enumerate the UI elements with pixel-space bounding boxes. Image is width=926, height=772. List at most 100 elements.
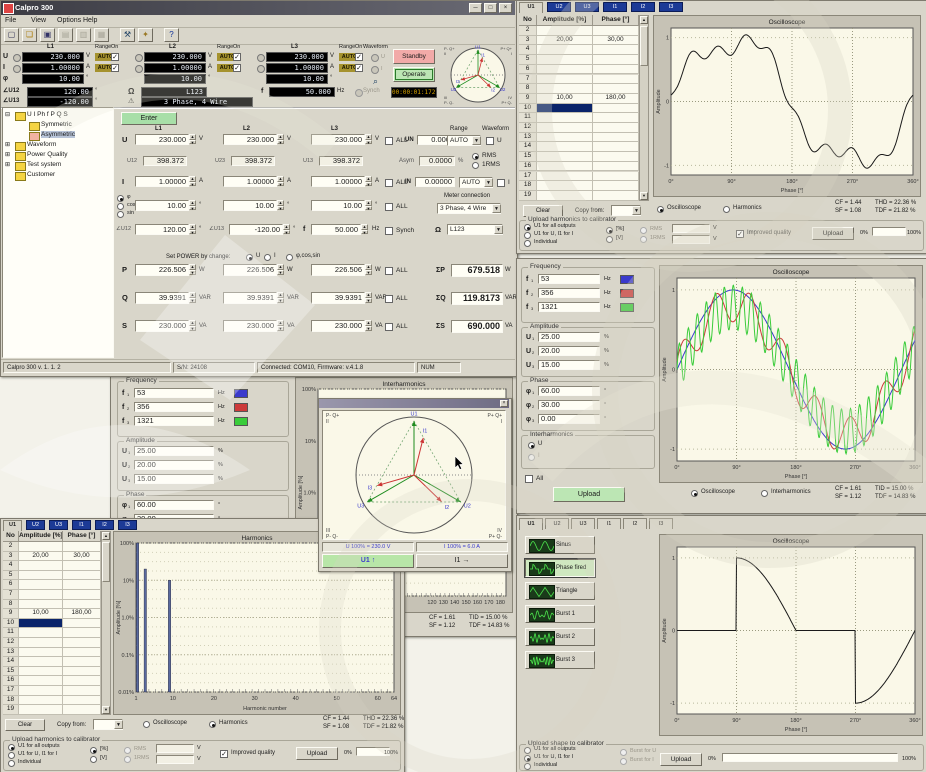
bot-view-harmonics[interactable] <box>209 721 216 728</box>
channel-on-checkbox[interactable]: ✓ <box>111 64 119 72</box>
spinner-buttons[interactable]: ▲▼ <box>277 134 284 145</box>
value-field-1[interactable] <box>156 744 194 753</box>
mode-1[interactable] <box>8 752 15 759</box>
meter-connection-dropdown[interactable]: 3 Phase, 4 Wire▼ <box>437 203 501 214</box>
options-icon[interactable]: ✦ <box>138 28 153 42</box>
table-row-8-col-0[interactable]: 8 <box>3 600 19 610</box>
table-row-8-col-1[interactable] <box>537 84 593 94</box>
wrench-icon[interactable]: ⚒ <box>120 28 135 42</box>
all-q-checkbox[interactable] <box>385 295 393 303</box>
dropdown-arrow-icon[interactable]: ▼ <box>484 178 493 187</box>
table-row-14-col-0[interactable]: 14 <box>3 657 19 667</box>
spinner-buttons[interactable]: ▲▼ <box>189 224 196 235</box>
mode-1[interactable] <box>524 232 531 239</box>
spinner-buttons[interactable]: ▲▼ <box>189 292 196 304</box>
table-row-19-col-2[interactable] <box>63 705 101 715</box>
value-field-2[interactable] <box>156 755 194 764</box>
table-row-16-col-2[interactable] <box>63 676 101 686</box>
field-U-3[interactable]: 230.000 <box>311 134 365 145</box>
all-checkbox[interactable] <box>525 475 533 483</box>
tab-u1[interactable]: U1 <box>3 520 22 531</box>
scroll-up-button[interactable]: ▲ <box>640 16 648 24</box>
tab-i2[interactable]: I2 <box>631 2 655 12</box>
new-file-icon[interactable]: ▢ <box>4 28 19 42</box>
top-view-harmonics[interactable] <box>723 206 730 213</box>
table-row-19-col-1[interactable] <box>19 705 63 715</box>
table-row-3-col-2[interactable]: 30,00 <box>63 552 101 562</box>
top-view-oscilloscope[interactable] <box>657 206 664 213</box>
u-range-dropdown[interactable]: AUTO▼ <box>447 135 481 146</box>
table-row-13-col-1[interactable] <box>537 133 593 143</box>
u3-amp-field[interactable]: 15.00 <box>134 474 214 484</box>
u1-axis-button[interactable]: U1 ↑ <box>322 554 414 568</box>
spinner-buttons[interactable]: ▲▼ <box>365 200 372 211</box>
unit-pct[interactable] <box>606 227 613 234</box>
spinner-buttons[interactable]: ▲▼ <box>277 176 284 187</box>
table-row-16-col-2[interactable] <box>593 162 639 172</box>
shape-button-burst-2[interactable]: Burst 2 <box>525 628 595 646</box>
field-I-3[interactable]: 1.00000 <box>311 176 365 187</box>
field-P-3[interactable]: 226.506 <box>311 264 365 276</box>
mode-0[interactable] <box>8 744 15 751</box>
table-row-14-col-1[interactable] <box>19 657 63 667</box>
table-row-14-col-2[interactable] <box>63 657 101 667</box>
table-row-4-col-1[interactable] <box>19 561 63 571</box>
copy-from-dropdown[interactable]: ▼ <box>93 719 123 730</box>
table-row-8-col-2[interactable] <box>593 84 639 94</box>
angle-mode-1[interactable] <box>117 203 124 210</box>
u2-amp-field[interactable]: 20.00 <box>134 460 214 470</box>
spinner-buttons[interactable]: ▲▼ <box>189 320 196 332</box>
table-row-16-col-0[interactable]: 16 <box>519 162 537 172</box>
view-oscilloscope[interactable] <box>691 490 698 497</box>
table-row-18-col-0[interactable]: 18 <box>519 181 537 191</box>
spinner-buttons[interactable]: ▲▼ <box>283 224 290 235</box>
menu-item-view[interactable]: View <box>31 17 46 25</box>
burst-1[interactable] <box>620 758 627 765</box>
table-row-10-col-2[interactable] <box>593 104 639 114</box>
freq-field[interactable]: 50.000 <box>311 224 361 235</box>
shape-button-sinus[interactable]: Sinus <box>525 536 595 554</box>
field-phi-1[interactable]: 10.00 <box>135 200 189 211</box>
table-row-11-col-1[interactable] <box>19 628 63 638</box>
table-row-15-col-2[interactable] <box>63 667 101 677</box>
help-icon[interactable]: ? <box>164 28 179 42</box>
table-row-9-col-2[interactable]: 180,00 <box>63 609 101 619</box>
waveform-i-checkbox[interactable] <box>497 179 505 187</box>
zoom-icon[interactable]: ⌕ <box>373 77 378 87</box>
table-row-18-col-1[interactable] <box>537 181 593 191</box>
shape-button-burst-1[interactable]: Burst 1 <box>525 605 595 623</box>
phi2-field[interactable]: 30.00 <box>538 400 600 410</box>
spinner-buttons[interactable]: ▲▼ <box>365 320 372 332</box>
mode-0[interactable] <box>524 224 531 231</box>
field-Q-1[interactable]: 39.9391 <box>135 292 189 304</box>
menu-item-options[interactable]: Options <box>57 17 81 25</box>
table-row-15-col-0[interactable]: 15 <box>519 152 537 162</box>
table-row-2-col-2[interactable] <box>63 542 101 552</box>
field-S-3[interactable]: 230.000 <box>311 320 365 332</box>
spinner-buttons[interactable]: ▲▼ <box>189 200 196 211</box>
open-folder-icon[interactable]: ❏ <box>22 28 37 42</box>
phi1-field[interactable]: 60.00 <box>134 500 214 510</box>
tree-item-asymmetric[interactable]: Asymmetric <box>41 131 75 138</box>
setpower-0[interactable] <box>246 254 253 261</box>
value-field-1[interactable] <box>672 224 710 233</box>
field-I-1[interactable]: 1.00000 <box>135 176 189 187</box>
field-Q-3[interactable]: 39.9391 <box>311 292 365 304</box>
table-row-13-col-2[interactable] <box>593 133 639 143</box>
table-row-14-col-1[interactable] <box>537 142 593 152</box>
tab-u2[interactable]: U2 <box>26 520 45 530</box>
table-row-10-col-0[interactable]: 10 <box>3 619 19 629</box>
table-row-5-col-2[interactable] <box>63 571 101 581</box>
table-row-17-col-0[interactable]: 17 <box>519 172 537 182</box>
table-row-17-col-2[interactable] <box>593 172 639 182</box>
dropdown-arrow-icon[interactable]: ▼ <box>492 204 501 213</box>
table-scrollbar[interactable]: ▲▼ <box>639 15 649 201</box>
in-field[interactable]: 0.00000 <box>415 177 455 187</box>
view-interharmonics[interactable] <box>761 490 768 497</box>
table-row-7-col-0[interactable]: 7 <box>519 75 537 85</box>
upload-button[interactable]: Upload <box>660 753 702 766</box>
table-row-14-col-0[interactable]: 14 <box>519 142 537 152</box>
copy-from-dropdown[interactable]: ▼ <box>611 205 641 216</box>
tab-i1[interactable]: I1 <box>72 520 91 530</box>
tab-u2[interactable]: U2 <box>547 2 571 12</box>
